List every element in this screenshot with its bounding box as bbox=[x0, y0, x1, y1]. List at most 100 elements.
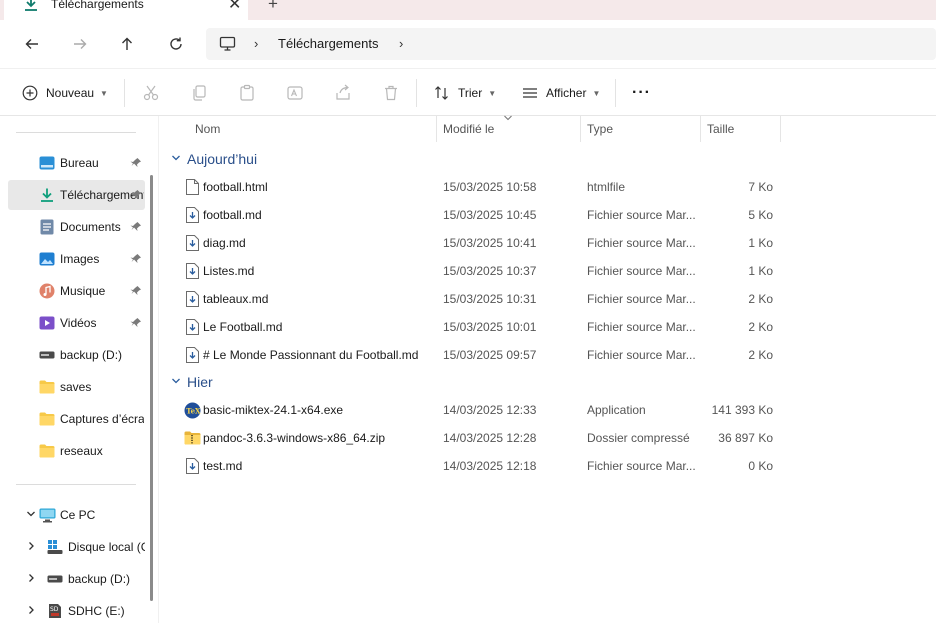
file-row[interactable]: test.md 14/03/2025 12:18 Fichier source … bbox=[175, 452, 785, 480]
delete-button[interactable] bbox=[381, 83, 401, 103]
tab-strip: Téléchargements ✕ + bbox=[0, 0, 936, 20]
pin-icon[interactable] bbox=[130, 317, 142, 329]
file-name: test.md bbox=[203, 459, 243, 473]
column-divider[interactable] bbox=[700, 116, 701, 142]
file-size: 2 Ko bbox=[748, 348, 773, 362]
file-type: Fichier source Mar... bbox=[587, 320, 696, 334]
file-row[interactable]: diag.md 15/03/2025 10:41 Fichier source … bbox=[175, 229, 785, 257]
pin-icon[interactable] bbox=[130, 253, 142, 265]
sidebar-item-saves[interactable]: saves bbox=[8, 372, 145, 402]
arrow-up-icon bbox=[122, 37, 132, 50]
file-row[interactable]: Le Football.md 15/03/2025 10:01 Fichier … bbox=[175, 313, 785, 341]
markdown-file-icon bbox=[183, 457, 201, 475]
column-header-name[interactable]: Nom bbox=[195, 116, 220, 142]
sort-button[interactable]: Trier ▼ bbox=[434, 81, 496, 105]
file-row[interactable]: pandoc-3.6.3-windows-x86_64.zip 14/03/20… bbox=[175, 424, 785, 452]
file-name: Le Football.md bbox=[203, 320, 283, 334]
sidebar-item-backup-drive[interactable]: backup (D:) bbox=[8, 564, 145, 594]
pin-icon[interactable] bbox=[130, 285, 142, 297]
breadcrumb-downloads[interactable]: Téléchargements bbox=[278, 36, 378, 51]
file-name: football.html bbox=[203, 180, 268, 194]
pin-icon[interactable] bbox=[130, 189, 142, 201]
column-divider[interactable] bbox=[436, 116, 437, 142]
folder-icon bbox=[38, 442, 56, 460]
column-header-size[interactable]: Taille bbox=[707, 116, 734, 142]
videos-icon bbox=[38, 314, 56, 332]
sidebar-item-disk-c[interactable]: Disque local (C:) bbox=[8, 532, 145, 562]
forward-button[interactable] bbox=[68, 32, 92, 56]
chevron-down-icon: ▼ bbox=[592, 88, 601, 98]
divider bbox=[124, 79, 125, 107]
sidebar-item-images[interactable]: Images bbox=[8, 244, 145, 274]
sidebar-item-label: backup (D:) bbox=[68, 572, 131, 586]
file-row[interactable]: Listes.md 15/03/2025 10:37 Fichier sourc… bbox=[175, 257, 785, 285]
file-size: 1 Ko bbox=[748, 264, 773, 278]
cut-button[interactable] bbox=[141, 83, 161, 103]
new-button-label: Nouveau bbox=[46, 86, 95, 100]
chevron-down-icon[interactable] bbox=[26, 509, 36, 522]
sidebar-item-screenshots[interactable]: Captures d’écran bbox=[8, 404, 145, 434]
markdown-file-icon bbox=[183, 318, 201, 336]
group-header-yesterday[interactable]: Hier bbox=[171, 371, 213, 393]
file-date: 15/03/2025 10:37 bbox=[443, 264, 537, 278]
sidebar-item-bureau[interactable]: Bureau bbox=[8, 148, 145, 178]
copy-button[interactable] bbox=[189, 83, 209, 103]
blank-file-icon bbox=[183, 178, 201, 196]
file-row[interactable]: football.md 15/03/2025 10:45 Fichier sou… bbox=[175, 201, 785, 229]
sidebar-item-reseaux[interactable]: reseaux bbox=[8, 436, 145, 466]
sidebar-item-downloads[interactable]: Téléchargements bbox=[8, 180, 145, 210]
sidebar-item-label: backup (D:) bbox=[60, 348, 123, 362]
file-row[interactable]: TeX basic-miktex-24.1-x64.exe 14/03/2025… bbox=[175, 396, 785, 424]
chevron-right-icon[interactable]: › bbox=[399, 36, 403, 51]
column-header-type[interactable]: Type bbox=[587, 116, 613, 142]
command-bar: Nouveau ▼ Trier ▼ Afficher ▼ ··· bbox=[0, 68, 936, 116]
rename-button[interactable] bbox=[285, 83, 305, 103]
column-divider[interactable] bbox=[780, 116, 781, 142]
sidebar-item-music[interactable]: Musique bbox=[8, 276, 145, 306]
tab-downloads[interactable]: Téléchargements ✕ bbox=[4, 0, 248, 20]
images-icon bbox=[38, 250, 56, 268]
sidebar-item-this-pc[interactable]: Ce PC bbox=[8, 500, 145, 530]
sidebar-scrollbar[interactable] bbox=[150, 175, 153, 601]
file-row[interactable]: # Le Monde Passionnant du Football.md 15… bbox=[175, 341, 785, 369]
paste-button[interactable] bbox=[237, 83, 257, 103]
address-bar[interactable]: › Téléchargements › bbox=[206, 28, 936, 60]
file-type: Dossier compressé bbox=[587, 431, 690, 445]
chevron-right-icon[interactable] bbox=[26, 605, 36, 618]
chevron-right-icon[interactable]: › bbox=[254, 36, 258, 51]
column-divider[interactable] bbox=[580, 116, 581, 142]
new-button[interactable]: Nouveau ▼ bbox=[22, 81, 108, 105]
group-header-today[interactable]: Aujourd’hui bbox=[171, 148, 257, 170]
pin-icon[interactable] bbox=[130, 221, 142, 233]
file-row[interactable]: football.html 15/03/2025 10:58 htmlfile … bbox=[175, 173, 785, 201]
file-size: 5 Ko bbox=[748, 208, 773, 222]
file-row[interactable]: tableaux.md 15/03/2025 10:31 Fichier sou… bbox=[175, 285, 785, 313]
back-button[interactable] bbox=[20, 32, 44, 56]
file-type: Fichier source Mar... bbox=[587, 264, 696, 278]
sort-icon bbox=[435, 86, 448, 100]
file-date: 15/03/2025 10:45 bbox=[443, 208, 537, 222]
more-options-button[interactable]: ··· bbox=[632, 81, 651, 105]
new-tab-button[interactable]: + bbox=[268, 0, 278, 14]
sidebar-item-documents[interactable]: Documents bbox=[8, 212, 145, 242]
sidebar-item-backup[interactable]: backup (D:) bbox=[8, 340, 145, 370]
file-name: basic-miktex-24.1-x64.exe bbox=[203, 403, 344, 417]
sidebar-item-label: Bureau bbox=[60, 156, 99, 170]
file-size: 7 Ko bbox=[748, 180, 773, 194]
chevron-right-icon[interactable] bbox=[26, 541, 36, 554]
chevron-right-icon[interactable] bbox=[26, 573, 36, 586]
column-header-modified[interactable]: Modifié le bbox=[443, 116, 494, 142]
sidebar-item-label: Disque local (C:) bbox=[68, 540, 145, 554]
sidebar-item-videos[interactable]: Vidéos bbox=[8, 308, 145, 338]
sidebar-item-label: saves bbox=[60, 380, 92, 394]
close-tab-button[interactable]: ✕ bbox=[228, 0, 241, 14]
copy-icon bbox=[193, 85, 206, 101]
sidebar-item-sdhc[interactable]: SD SDHC (E:) bbox=[8, 596, 145, 623]
desktop-icon bbox=[38, 154, 56, 172]
share-button[interactable] bbox=[333, 83, 353, 103]
refresh-button[interactable] bbox=[164, 32, 188, 56]
up-button[interactable] bbox=[115, 32, 139, 56]
pin-icon[interactable] bbox=[130, 157, 142, 169]
svg-text:TeX: TeX bbox=[186, 406, 201, 415]
view-button[interactable]: Afficher ▼ bbox=[522, 81, 600, 105]
